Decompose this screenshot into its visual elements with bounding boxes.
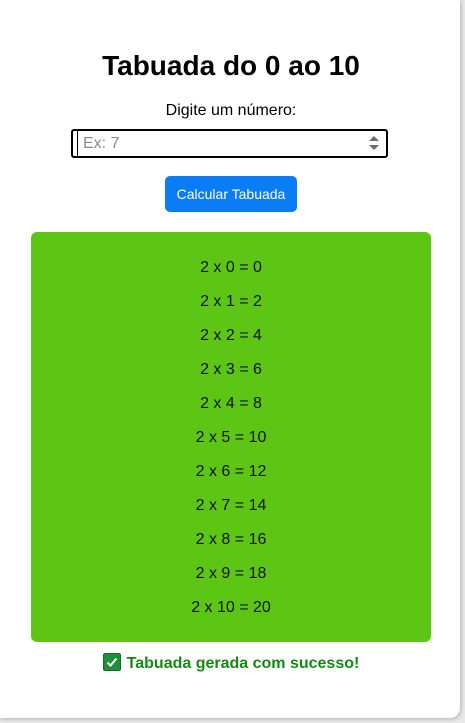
spinner-up-icon[interactable] (369, 136, 379, 141)
calculate-button[interactable]: Calcular Tabuada (165, 176, 297, 212)
table-row: 2 x 5 = 10 (195, 429, 267, 446)
number-input-container[interactable] (71, 129, 388, 158)
status-text: Tabuada gerada com sucesso! (126, 655, 360, 672)
table-row: 2 x 0 = 0 (200, 259, 262, 276)
table-row: 2 x 3 = 6 (200, 361, 262, 378)
table-row: 2 x 2 = 4 (200, 327, 262, 344)
number-spinner[interactable] (369, 136, 379, 152)
status-message: Tabuada gerada com sucesso! (0, 653, 462, 674)
result-panel: 2 x 0 = 0 2 x 1 = 2 2 x 2 = 4 2 x 3 = 6 2 x … (31, 232, 431, 642)
table-row: 2 x 10 = 20 (191, 599, 271, 616)
number-label: Digite um número: (165, 102, 297, 119)
table-row: 2 x 4 = 8 (200, 395, 262, 412)
table-row: 2 x 6 = 12 (195, 463, 267, 480)
page-title: Tabuada do 0 ao 10 (102, 50, 360, 81)
table-row: 2 x 1 = 2 (200, 293, 262, 310)
table-row: 2 x 8 = 16 (195, 531, 267, 548)
number-input[interactable] (77, 131, 362, 156)
main-card: Tabuada do 0 ao 10 Digite um número: Cal… (0, 0, 460, 718)
spinner-down-icon[interactable] (369, 145, 379, 150)
check-icon (102, 653, 121, 671)
table-row: 2 x 9 = 18 (195, 565, 267, 582)
table-row: 2 x 7 = 14 (195, 497, 267, 514)
